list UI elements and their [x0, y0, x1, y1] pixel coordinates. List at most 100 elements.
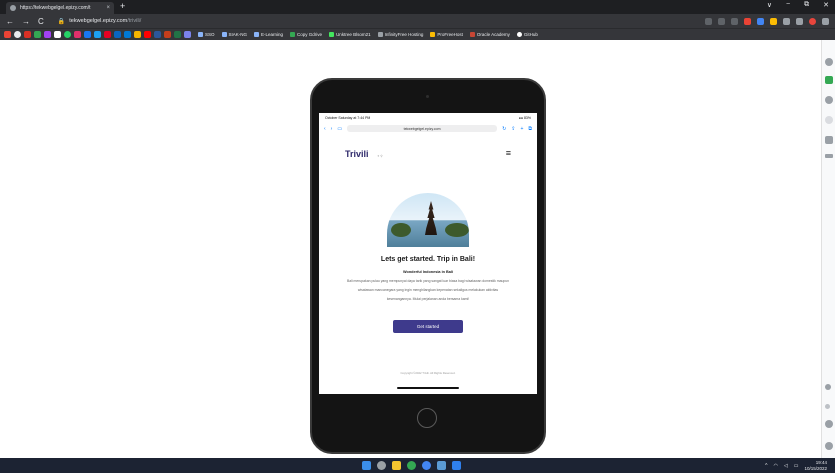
- clock[interactable]: 19:44 10/15/2022: [804, 460, 827, 471]
- bookmark-infinityfree[interactable]: InfinityFree Hosting: [377, 32, 424, 37]
- translate-icon[interactable]: [705, 17, 712, 25]
- office-icon[interactable]: [825, 136, 833, 144]
- bookmark-label: Oracle Academy: [476, 32, 510, 37]
- share-icon[interactable]: ⇪: [511, 126, 515, 132]
- bookmark-powerpoint-icon[interactable]: [164, 31, 171, 38]
- bookmark-whatsapp-icon[interactable]: [64, 31, 71, 38]
- start-icon[interactable]: [362, 461, 371, 470]
- status-time: October Saturday at 7:44 PM: [325, 116, 371, 120]
- bookmark-instagram-icon[interactable]: [74, 31, 81, 38]
- close-button[interactable]: ✕: [823, 1, 829, 9]
- search-icon[interactable]: [377, 461, 386, 470]
- bookmark-sso[interactable]: SSO: [198, 32, 215, 37]
- url-text: tekwebgelgel.epizy.com/trivili/: [69, 18, 141, 24]
- list-icon[interactable]: [825, 154, 833, 158]
- shopping-icon[interactable]: [825, 76, 833, 84]
- battery-icon[interactable]: ▭: [794, 463, 799, 469]
- side-panel: [821, 40, 835, 458]
- bookmark-youtube-icon[interactable]: [24, 31, 31, 38]
- reload-icon[interactable]: ↻: [502, 126, 506, 132]
- reload-icon[interactable]: C: [38, 17, 44, 26]
- page-footer: Copyright ©2022 Trivili. All Rights Rese…: [400, 371, 456, 375]
- extension-yellow-icon[interactable]: [770, 17, 777, 25]
- back-chevron-icon[interactable]: ‹: [324, 126, 326, 132]
- person-icon[interactable]: [825, 96, 833, 104]
- bookmark-unktree[interactable]: Unktree Blsom21: [329, 32, 371, 37]
- tab-close-icon[interactable]: ×: [106, 5, 110, 11]
- browser-toolbar: ← → C 🔒 tekwebgelgel.epizy.com/trivili/: [0, 14, 835, 28]
- extension-blue-icon[interactable]: [757, 17, 764, 25]
- bookmarks-bar: SSO SIAK-NG E-Learning Copy Gdrive Unktr…: [0, 28, 835, 40]
- bookmark-pinterest-icon[interactable]: [104, 31, 111, 38]
- sidebar-icon[interactable]: ▭: [337, 126, 342, 132]
- history-icon[interactable]: [825, 116, 833, 124]
- wifi-icon[interactable]: ◠: [774, 463, 778, 469]
- tab-search-icon[interactable]: ∨: [767, 1, 772, 9]
- camera-icon: [426, 95, 429, 98]
- bookmark-copy-gdrive[interactable]: Copy Gdrive: [290, 32, 322, 37]
- bookmark-yt-red-icon[interactable]: [144, 31, 151, 38]
- chevron-up-icon[interactable]: ^: [765, 463, 767, 469]
- browser-tab-bar: https://tekwebgelgel.epizy.com/t × + ∨ −…: [0, 0, 835, 14]
- bookmark-drive-icon[interactable]: [34, 31, 41, 38]
- add-tab-icon[interactable]: +: [521, 126, 524, 132]
- extension-red-icon[interactable]: [744, 17, 751, 25]
- bookmark-oracle[interactable]: Oracle Academy: [469, 32, 510, 37]
- bookmark-e-learning[interactable]: E-Learning: [254, 32, 283, 37]
- profile-avatar[interactable]: [809, 17, 816, 25]
- zoom-icon[interactable]: [825, 384, 831, 390]
- bookmark-github[interactable]: GitHub: [516, 32, 538, 37]
- expand-icon[interactable]: [825, 404, 830, 409]
- forward-chevron-icon[interactable]: ›: [331, 126, 333, 132]
- site-navbar: Trivili ✦ ⚲ ≡: [319, 134, 537, 162]
- bookmark-teams-icon[interactable]: [124, 31, 131, 38]
- tab-title: https://tekwebgelgel.epizy.com/t: [20, 5, 91, 11]
- address-bar[interactable]: 🔒 tekwebgelgel.epizy.com/trivili/: [58, 18, 705, 25]
- taskbar-apps: [362, 461, 461, 470]
- maximize-button[interactable]: ⧉: [804, 1, 809, 9]
- forward-arrow-icon[interactable]: →: [22, 17, 30, 26]
- bookmark-dot-icon: [198, 32, 203, 37]
- settings-icon[interactable]: [825, 420, 833, 428]
- browser-tab[interactable]: https://tekwebgelgel.epizy.com/t ×: [6, 2, 114, 14]
- bookmark-profreehost[interactable]: ProFreeHost: [430, 32, 463, 37]
- bookmark-siak-ng[interactable]: SIAK-NG: [221, 32, 247, 37]
- share-icon[interactable]: [718, 17, 725, 25]
- search-icon[interactable]: [825, 58, 833, 66]
- file-explorer-icon[interactable]: [392, 461, 401, 470]
- vscode-icon[interactable]: [452, 461, 461, 470]
- bookmark-other-icon[interactable]: [184, 31, 191, 38]
- bookmark-label: E-Learning: [261, 32, 284, 37]
- new-tab-button[interactable]: +: [120, 1, 125, 11]
- bookmark-word-icon[interactable]: [154, 31, 161, 38]
- side-panel-icon[interactable]: [796, 17, 803, 25]
- back-arrow-icon[interactable]: ←: [6, 17, 14, 26]
- get-started-button[interactable]: Get started: [393, 320, 463, 333]
- bookmark-label: InfinityFree Hosting: [384, 32, 424, 37]
- bookmark-site-icon[interactable]: [14, 31, 21, 38]
- bookmark-star-icon[interactable]: [731, 17, 738, 25]
- volume-icon[interactable]: ◁: [784, 463, 788, 469]
- bookmark-app-icon[interactable]: [44, 31, 51, 38]
- site-logo[interactable]: Trivili ✦ ⚲: [345, 144, 383, 162]
- bookmark-twitter-icon[interactable]: [94, 31, 101, 38]
- bookmark-gmail-icon[interactable]: [4, 31, 11, 38]
- bookmark-facebook-icon[interactable]: [84, 31, 91, 38]
- bookmark-dot-icon: [430, 32, 436, 37]
- safari-address-bar[interactable]: tekwebgelgel.epizy.com: [347, 125, 498, 132]
- browser-icon[interactable]: [422, 461, 431, 470]
- minimize-button[interactable]: −: [786, 1, 790, 9]
- gear-icon[interactable]: [825, 442, 833, 450]
- menu-kebab-icon[interactable]: [822, 17, 829, 25]
- logo-graphic-icon: ✦ ⚲: [376, 154, 383, 158]
- bookmark-keep-icon[interactable]: [134, 31, 141, 38]
- puzzle-icon[interactable]: [783, 17, 790, 25]
- bookmark-excel-icon[interactable]: [174, 31, 181, 38]
- home-button[interactable]: [417, 408, 437, 428]
- mail-icon[interactable]: [437, 461, 446, 470]
- chrome-icon[interactable]: [407, 461, 416, 470]
- bookmark-tiktok-icon[interactable]: [54, 31, 61, 38]
- hamburger-menu-icon[interactable]: ≡: [506, 148, 511, 158]
- bookmark-linkedin-icon[interactable]: [114, 31, 121, 38]
- tabs-icon[interactable]: ⧉: [528, 126, 532, 132]
